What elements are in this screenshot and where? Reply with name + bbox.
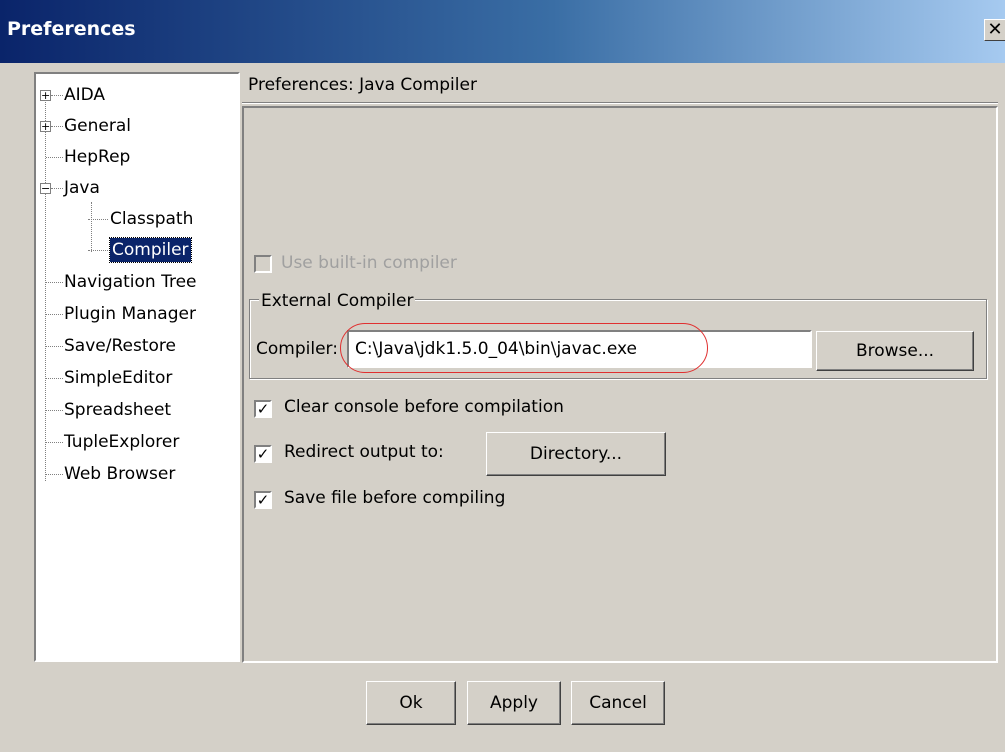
external-compiler-group-label: External Compiler bbox=[259, 291, 416, 311]
tree-item-label: TupleExplorer bbox=[64, 432, 180, 452]
check-icon: ✓ bbox=[256, 400, 270, 418]
tree-item-label: AIDA bbox=[64, 85, 106, 105]
apply-button[interactable]: Apply bbox=[467, 681, 561, 725]
tree-item-label: HepRep bbox=[64, 147, 131, 167]
window-title: Preferences bbox=[7, 18, 136, 40]
use-builtin-compiler-checkbox[interactable] bbox=[254, 255, 272, 273]
tree-item-label: Plugin Manager bbox=[64, 304, 196, 324]
save-file-checkbox[interactable]: ✓ bbox=[254, 491, 272, 509]
collapse-minus-icon[interactable]: − bbox=[40, 183, 51, 194]
close-icon: ✕ bbox=[987, 19, 1003, 40]
save-file-label: Save file before compiling bbox=[284, 488, 506, 508]
preferences-tree[interactable]: + AIDA + General HepRep − Java Classpath… bbox=[34, 72, 240, 662]
compiler-settings-panel bbox=[242, 106, 998, 663]
tree-item-label: Classpath bbox=[110, 209, 194, 229]
title-bar: Preferences ✕ bbox=[0, 0, 1005, 63]
tree-connector bbox=[45, 96, 46, 481]
check-icon: ✓ bbox=[256, 491, 270, 509]
tree-item-label: SimpleEditor bbox=[64, 368, 173, 388]
pane-title: Preferences: Java Compiler bbox=[248, 75, 477, 95]
tree-item-label: Java bbox=[64, 178, 100, 198]
tree-item-label: Navigation Tree bbox=[64, 272, 197, 292]
directory-button[interactable]: Directory... bbox=[486, 432, 666, 476]
browse-button[interactable]: Browse... bbox=[816, 331, 974, 371]
tree-item-label-selected: Compiler bbox=[109, 237, 192, 263]
clear-console-label: Clear console before compilation bbox=[284, 397, 564, 417]
tree-item-label: Web Browser bbox=[64, 464, 176, 484]
tree-item-label: General bbox=[64, 116, 131, 136]
redirect-output-label: Redirect output to: bbox=[284, 442, 444, 462]
use-builtin-compiler-label: Use built-in compiler bbox=[281, 253, 457, 273]
close-button[interactable]: ✕ bbox=[984, 19, 1005, 41]
clear-console-checkbox[interactable]: ✓ bbox=[254, 400, 272, 418]
tree-item-label: Spreadsheet bbox=[64, 400, 172, 420]
expand-plus-icon[interactable]: + bbox=[40, 90, 51, 101]
pane-divider bbox=[242, 102, 998, 104]
highlight-ellipse bbox=[340, 323, 708, 373]
tree-connector bbox=[91, 202, 92, 252]
compiler-path-label: Compiler: bbox=[256, 339, 338, 359]
expand-plus-icon[interactable]: + bbox=[40, 121, 51, 132]
ok-button[interactable]: Ok bbox=[366, 681, 456, 725]
check-icon: ✓ bbox=[256, 445, 270, 463]
cancel-button[interactable]: Cancel bbox=[571, 681, 665, 725]
tree-item-label: Save/Restore bbox=[64, 336, 176, 356]
redirect-output-checkbox[interactable]: ✓ bbox=[254, 445, 272, 463]
